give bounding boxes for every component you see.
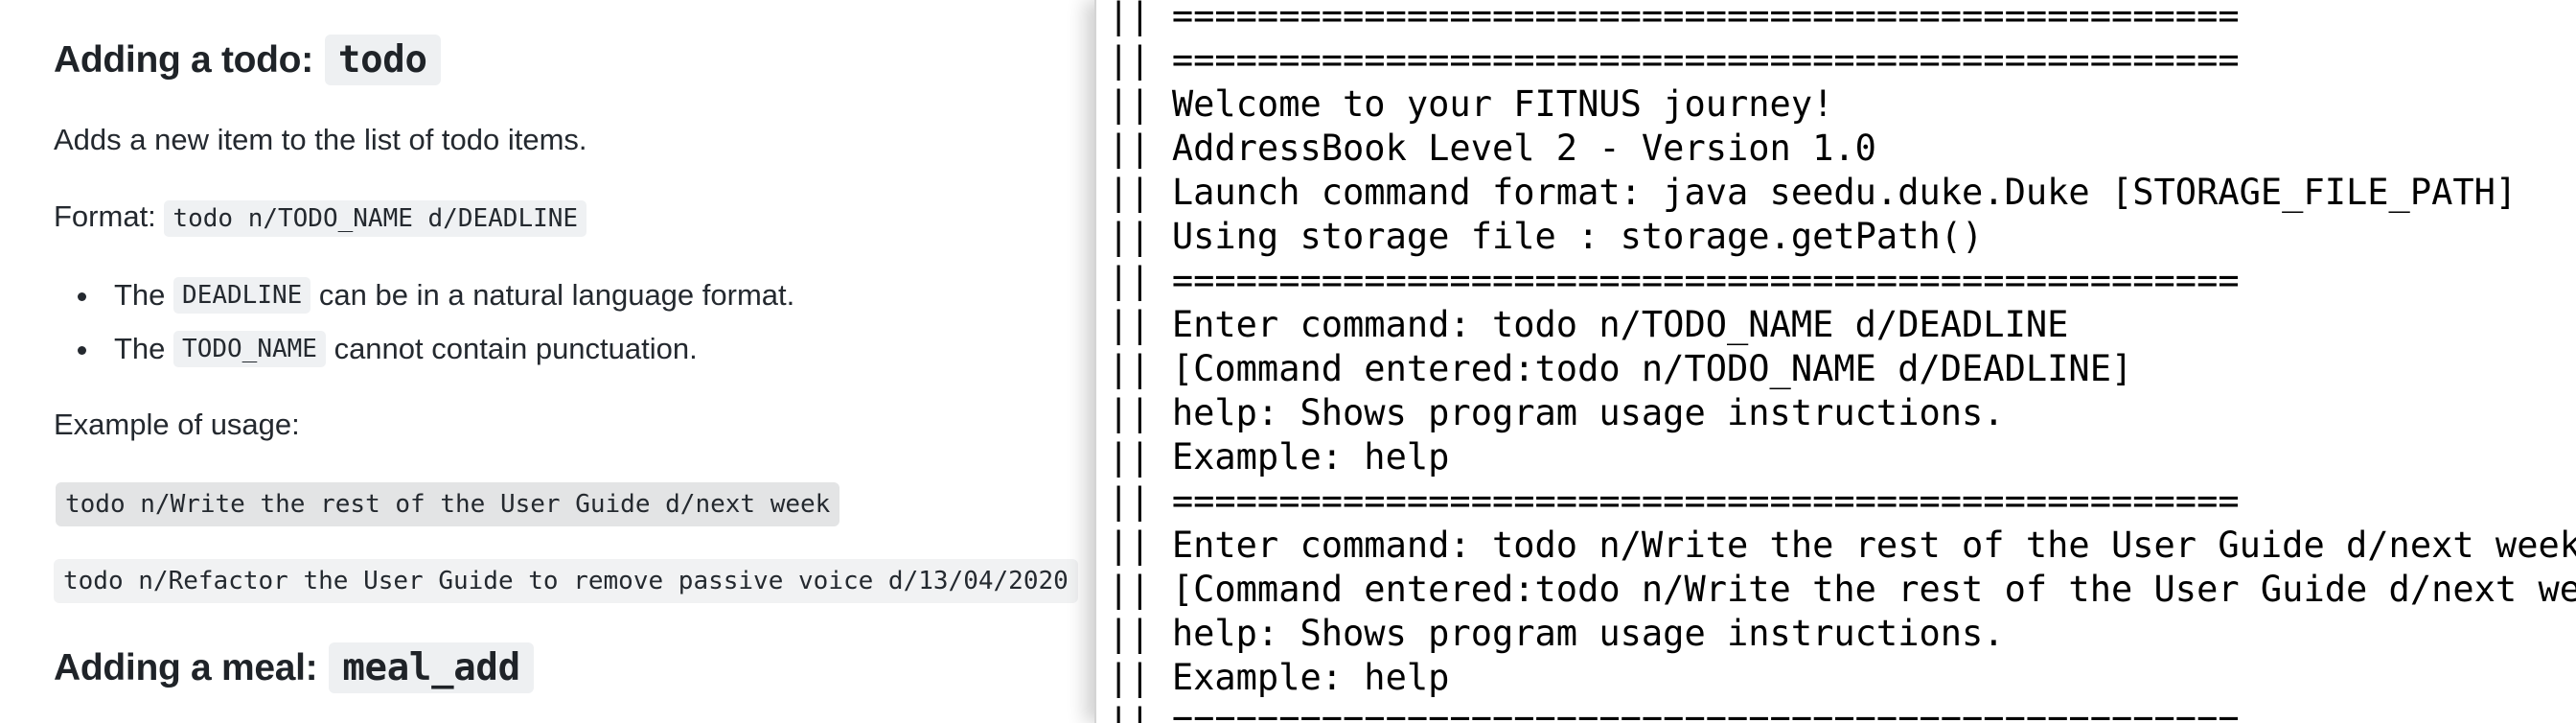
meal-heading-text: Adding a meal: xyxy=(54,646,318,688)
example-code-block[interactable]: todo n/Refactor the User Guide to remove… xyxy=(54,559,1078,603)
bullet-suffix: cannot contain punctuation. xyxy=(334,332,698,365)
terminal-line: || help: Shows program usage instruction… xyxy=(1108,613,2005,654)
bullet-code: DEADLINE xyxy=(173,277,311,314)
bullet-prefix: The xyxy=(114,278,166,312)
meal-heading-code: meal_add xyxy=(329,642,534,693)
format-notes-list: The DEADLINE can be in a natural languag… xyxy=(54,268,794,376)
todo-heading-code: todo xyxy=(324,35,441,85)
terminal-line: || help: Shows program usage instruction… xyxy=(1108,392,2005,433)
terminal-line: || Enter command: todo n/Write the rest … xyxy=(1108,525,2576,566)
list-item: The DEADLINE can be in a natural languag… xyxy=(54,268,794,322)
format-line: Format: todo n/TODO_NAME d/DEADLINE xyxy=(54,199,587,237)
terminal-line: || [Command entered:todo n/TODO_NAME d/D… xyxy=(1108,348,2133,389)
todo-section-heading: Adding a todo: todo xyxy=(54,35,441,85)
terminal-line: || =====================================… xyxy=(1108,701,2240,723)
terminal-line: || [Command entered:todo n/Write the res… xyxy=(1108,569,2576,610)
terminal-line: || Example: help xyxy=(1108,657,1450,698)
bullet-suffix: can be in a natural language format. xyxy=(318,278,795,312)
user-guide-panel: Adding a todo: todo Adds a new item to t… xyxy=(0,0,1094,723)
bullet-code: TODO_NAME xyxy=(173,331,326,367)
bullet-prefix: The xyxy=(114,332,166,365)
format-label: Format: xyxy=(54,199,156,233)
terminal-line: || Example: help xyxy=(1108,436,1450,478)
terminal-line: || =====================================… xyxy=(1108,39,2240,81)
format-code: todo n/TODO_NAME d/DEADLINE xyxy=(164,200,587,237)
example-code-block[interactable]: todo n/Write the rest of the User Guide … xyxy=(56,482,840,526)
todo-description: Adds a new item to the list of todo item… xyxy=(54,123,587,156)
terminal-line: || Using storage file : storage.getPath(… xyxy=(1108,216,1984,257)
example-label: Example of usage: xyxy=(54,408,300,441)
terminal-line: || AddressBook Level 2 - Version 1.0 xyxy=(1108,128,1876,169)
terminal-line: || =====================================… xyxy=(1108,260,2240,301)
terminal-line: || =====================================… xyxy=(1108,480,2240,522)
terminal-window[interactable]: || =====================================… xyxy=(1094,0,2576,723)
list-item: The TODO_NAME cannot contain punctuation… xyxy=(54,322,794,376)
terminal-line: || Launch command format: java seedu.duk… xyxy=(1108,172,2518,213)
todo-heading-text: Adding a todo: xyxy=(54,38,313,81)
terminal-line: || Enter command: todo n/TODO_NAME d/DEA… xyxy=(1108,304,2069,345)
terminal-line: || Welcome to your FITNUS journey! xyxy=(1108,83,1834,125)
meal-section-heading: Adding a meal: meal_add xyxy=(54,642,534,693)
terminal-line: || =====================================… xyxy=(1108,0,2240,36)
